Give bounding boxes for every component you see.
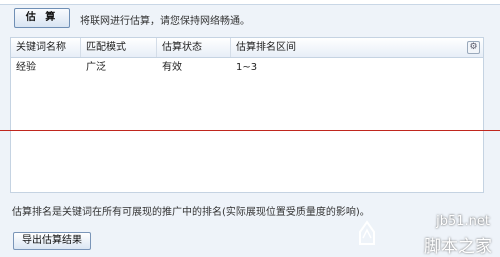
watermark-logo-icon — [359, 220, 375, 245]
estimate-panel: 估 算 将联网进行估算，请您保持网络畅通。 关键词名称 匹配模式 估算状态 估算… — [0, 0, 500, 257]
red-divider-line — [0, 130, 500, 131]
export-results-button[interactable]: 导出估算结果 — [13, 232, 91, 250]
col-keyword[interactable]: 关键词名称 — [11, 38, 81, 57]
col-status[interactable]: 估算状态 — [157, 38, 231, 57]
estimate-button[interactable]: 估 算 — [14, 8, 70, 28]
results-table: 关键词名称 匹配模式 估算状态 估算排名区间 ⚙ 经验 广泛 有效 1~3 — [10, 37, 484, 193]
top-strip — [0, 0, 500, 5]
table-header: 关键词名称 匹配模式 估算状态 估算排名区间 ⚙ — [11, 38, 483, 58]
col-match-mode[interactable]: 匹配模式 — [81, 38, 157, 57]
watermark-site: jb51.net — [436, 214, 490, 229]
cell-status: 有效 — [162, 62, 182, 73]
cell-keyword: 经验 — [16, 62, 36, 73]
cell-rank-range: 1~3 — [236, 62, 258, 73]
gear-icon[interactable]: ⚙ — [467, 41, 480, 54]
col-rank-range[interactable]: 估算排名区间 — [231, 38, 465, 57]
watermark-text: 脚本之家 — [424, 237, 492, 257]
cell-match-mode: 广泛 — [86, 62, 106, 73]
network-hint: 将联网进行估算，请您保持网络畅通。 — [80, 16, 250, 27]
ranking-note: 估算排名是关键词在所有可展现的推广中的排名(实际展现位置受质量度的影响)。 — [12, 207, 370, 218]
